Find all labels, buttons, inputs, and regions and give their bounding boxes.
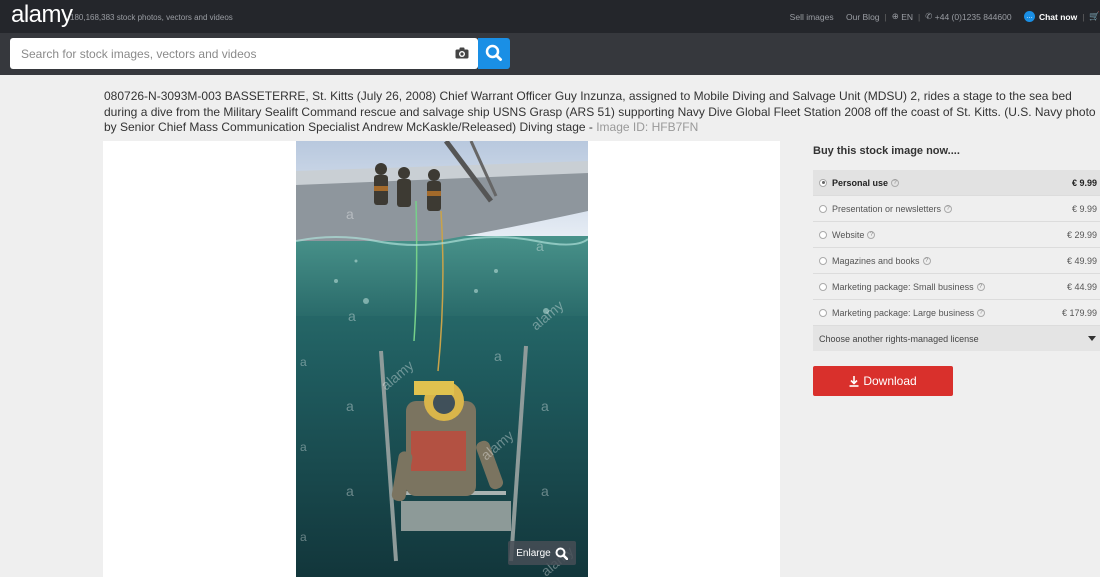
download-label: Download xyxy=(863,374,917,388)
language-selector[interactable]: EN xyxy=(901,12,913,22)
search-input[interactable] xyxy=(10,38,478,69)
other-license-dropdown[interactable]: Choose another rights-managed license xyxy=(813,326,1100,351)
zoom-icon xyxy=(555,547,568,560)
top-bar: alamy 180,168,383 stock photos, vectors … xyxy=(0,0,1100,33)
watermark: a xyxy=(494,348,502,364)
watermark: a xyxy=(346,398,354,414)
our-blog-link[interactable]: Our Blog xyxy=(846,12,880,22)
license-option-small-business[interactable]: Marketing package: Small business ? € 44… xyxy=(813,274,1100,300)
help-icon[interactable]: ? xyxy=(976,282,985,291)
watermark: a xyxy=(300,530,307,544)
watermark: a xyxy=(541,398,549,414)
license-price: € 9.99 xyxy=(1071,178,1097,188)
license-label: Personal use xyxy=(832,177,889,188)
divider: | xyxy=(1082,11,1085,22)
enlarge-label: Enlarge xyxy=(516,547,551,559)
tagline: 180,168,383 stock photos, vectors and vi… xyxy=(70,13,233,22)
help-icon[interactable]: ? xyxy=(944,204,953,213)
license-option-magazines[interactable]: Magazines and books ? € 49.99 xyxy=(813,248,1100,274)
watermark: a xyxy=(346,483,354,499)
stock-photo[interactable]: a a a a a a a a a a a alamy alamy alamy … xyxy=(296,141,588,577)
sell-images-link[interactable]: Sell images xyxy=(790,12,834,22)
buy-title: Buy this stock image now.... xyxy=(813,145,960,157)
alamy-logo[interactable]: alamy xyxy=(11,1,73,29)
watermark: a xyxy=(348,308,356,324)
radio-button[interactable] xyxy=(819,204,827,213)
divider: | xyxy=(918,11,921,22)
caret-down-icon xyxy=(1088,336,1096,341)
license-price: € 179.99 xyxy=(1061,308,1097,318)
watermark: a xyxy=(536,238,544,254)
watermark: a xyxy=(346,206,354,222)
license-price: € 9.99 xyxy=(1071,204,1097,214)
license-option-presentation[interactable]: Presentation or newsletters ? € 9.99 xyxy=(813,196,1100,222)
image-description: 080726-N-3093M-003 BASSETERRE, St. Kitts… xyxy=(104,89,1100,136)
watermark: a xyxy=(300,440,307,454)
license-option-website[interactable]: Website ? € 29.99 xyxy=(813,222,1100,248)
radio-button[interactable] xyxy=(819,282,827,291)
license-options: Personal use ? € 9.99 Presentation or ne… xyxy=(813,170,1100,351)
camera-icon[interactable] xyxy=(455,47,469,59)
divider xyxy=(1017,12,1019,22)
divider: | xyxy=(884,11,887,22)
radio-button[interactable] xyxy=(819,178,827,187)
download-button[interactable]: Download xyxy=(813,366,953,396)
watermark: a xyxy=(300,355,307,369)
license-label: Marketing package: Small business xyxy=(832,281,974,292)
image-id: Image ID: HFB7FN xyxy=(596,120,699,134)
radio-button[interactable] xyxy=(819,308,827,317)
phone-number: +44 (0)1235 844600 xyxy=(934,11,1012,22)
chat-icon: … xyxy=(1023,11,1035,22)
help-icon[interactable]: ? xyxy=(977,308,986,317)
radio-button[interactable] xyxy=(819,256,827,265)
search-bar xyxy=(0,33,1100,75)
radio-button[interactable] xyxy=(819,230,827,239)
divider xyxy=(839,12,841,22)
cart-icon[interactable]: 🛒 xyxy=(1089,11,1100,22)
phone-icon: ✆ xyxy=(925,11,935,21)
help-icon[interactable]: ? xyxy=(891,178,900,187)
enlarge-button[interactable]: Enlarge xyxy=(508,541,576,565)
search-button[interactable] xyxy=(478,38,510,69)
license-price: € 49.99 xyxy=(1066,256,1097,266)
other-license-label: Choose another rights-managed license xyxy=(819,333,979,344)
license-option-personal-use[interactable]: Personal use ? € 9.99 xyxy=(813,170,1100,196)
help-icon[interactable]: ? xyxy=(922,256,931,265)
license-option-large-business[interactable]: Marketing package: Large business ? € 17… xyxy=(813,300,1100,326)
license-label: Website xyxy=(832,229,865,240)
download-icon xyxy=(849,375,859,387)
globe-icon: ⊕ xyxy=(891,11,902,21)
search-icon xyxy=(485,44,502,61)
watermark: a xyxy=(541,483,549,499)
license-label: Magazines and books xyxy=(832,255,920,266)
help-icon[interactable]: ? xyxy=(867,230,876,239)
license-price: € 44.99 xyxy=(1066,282,1097,292)
top-nav: Sell images Our Blog | ⊕ EN | ✆ +44 (0)1… xyxy=(790,11,1100,22)
license-price: € 29.99 xyxy=(1066,230,1097,240)
license-label: Presentation or newsletters xyxy=(832,203,942,214)
license-label: Marketing package: Large business xyxy=(832,307,975,318)
chat-now-link[interactable]: Chat now xyxy=(1039,12,1077,22)
